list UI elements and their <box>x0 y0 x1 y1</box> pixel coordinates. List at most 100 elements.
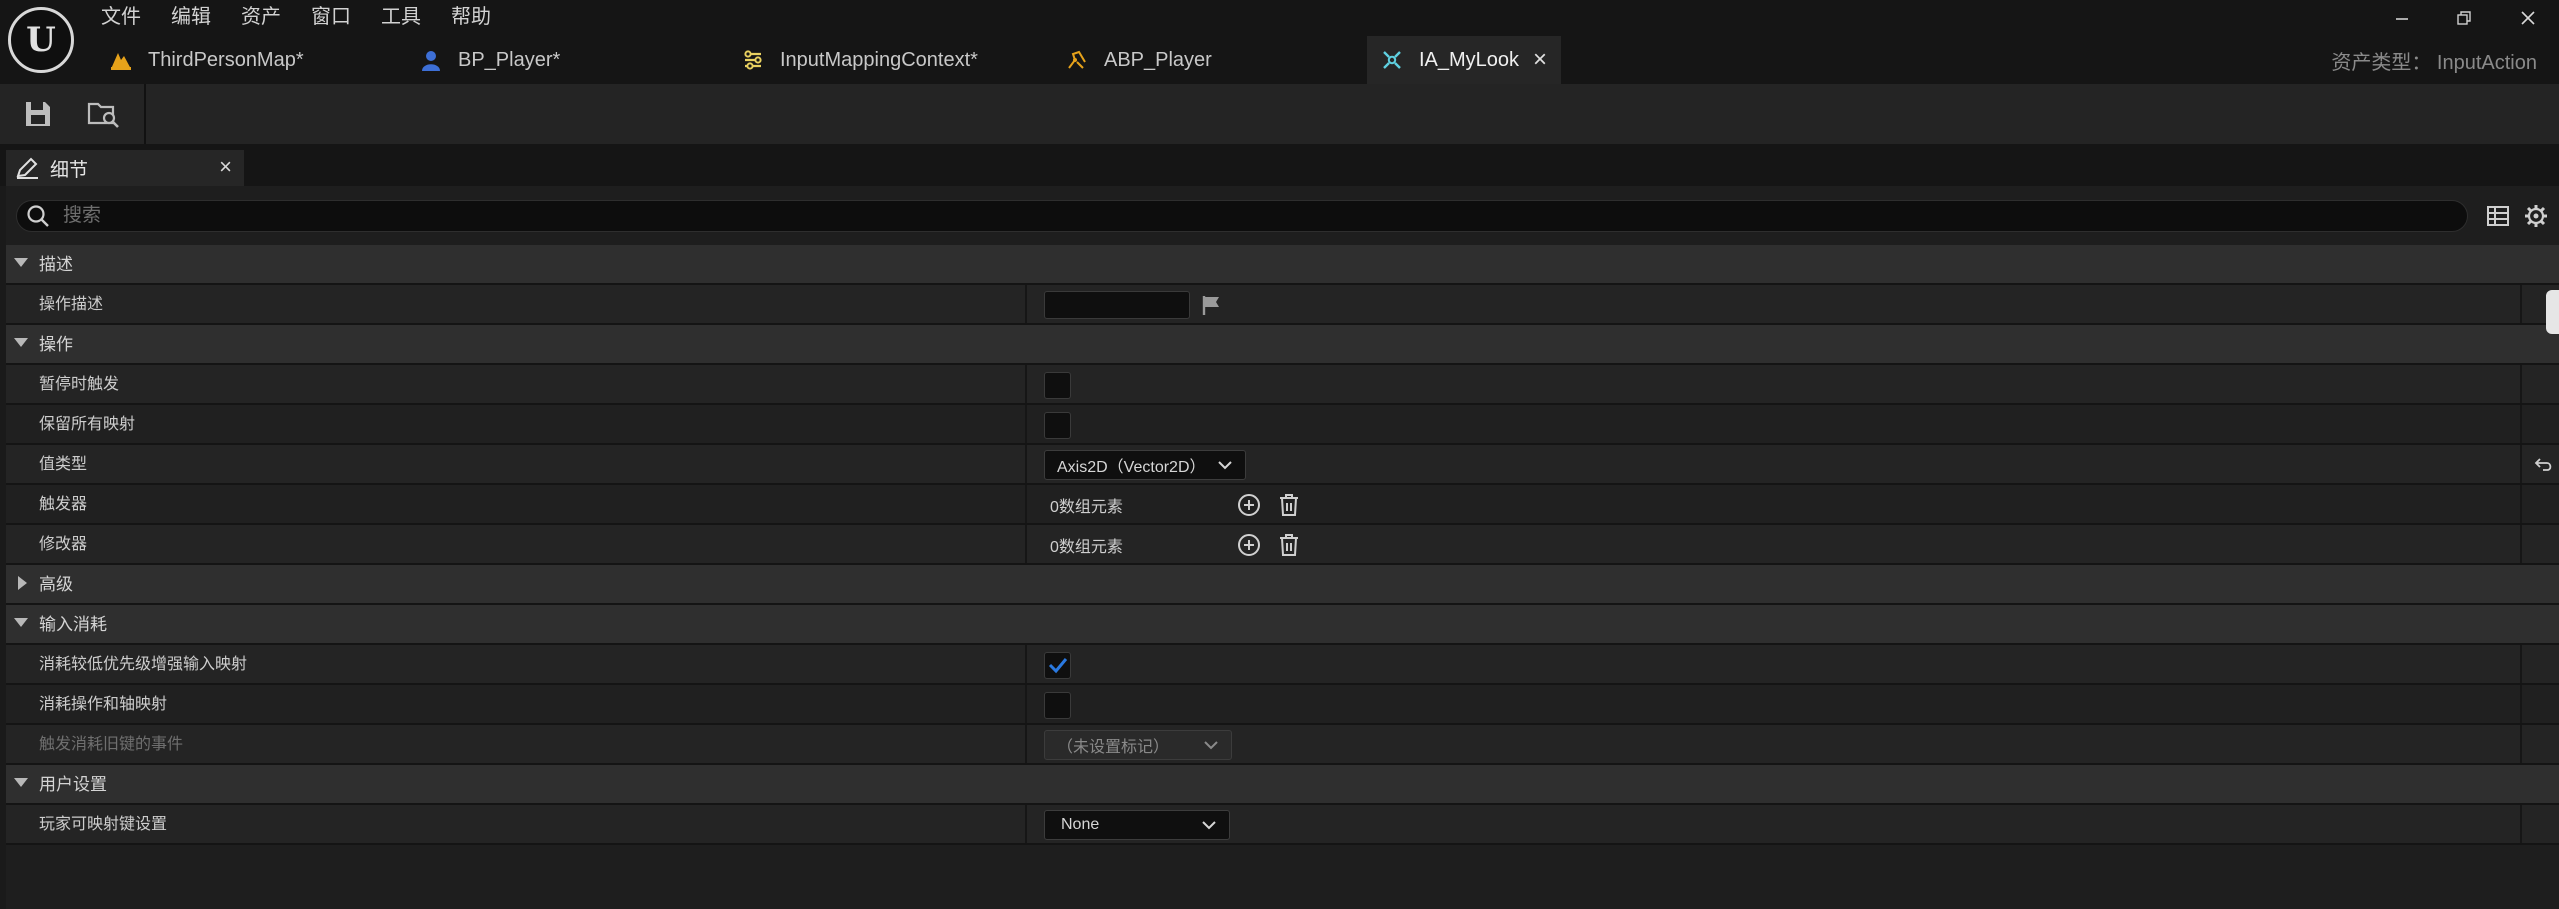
checkmark-icon <box>1048 658 1067 674</box>
prop-label: 暂停时触发 <box>39 376 120 393</box>
column-splitter <box>2520 405 2522 443</box>
property-matrix-button[interactable] <box>2484 202 2512 230</box>
plus-circle-icon <box>1238 534 1260 556</box>
prop-label: 操作描述 <box>39 296 104 313</box>
prop-trigger-legacy-events: 触发消耗旧键的事件 （未设置标记） <box>6 725 2559 765</box>
clear-triggers-button[interactable] <box>1276 492 1302 518</box>
panel-tab-strip <box>0 144 2559 186</box>
prop-label: 保留所有映射 <box>39 416 136 433</box>
prop-reserve-all-mappings: 保留所有映射 <box>6 405 2559 445</box>
prop-consume-action-axis: 消耗操作和轴映射 <box>6 685 2559 725</box>
chevron-down-icon <box>1218 461 1232 470</box>
category-action[interactable]: 操作 <box>6 325 2559 365</box>
menu-help[interactable]: 帮助 <box>436 0 506 34</box>
panel-scrollbar[interactable] <box>2546 290 2559 334</box>
tab-bp-player[interactable]: BP_Player* <box>406 36 728 84</box>
restore-button[interactable] <box>2442 2 2486 34</box>
unreal-logo-icon[interactable]: U <box>8 7 74 73</box>
close-tab-button[interactable]: × <box>1533 46 1547 74</box>
column-splitter[interactable] <box>1025 805 1027 843</box>
tab-abp-player[interactable]: ABP_Player <box>1052 36 1367 84</box>
legacy-events-value: （未设置标记） <box>1057 739 1170 756</box>
close-window-button[interactable] <box>2506 2 2550 34</box>
column-splitter[interactable] <box>1025 725 1027 763</box>
prop-label: 修改器 <box>39 536 88 553</box>
title-bar: U 文件 编辑 资产 窗口 工具 帮助 ThirdPersonMap* BP_P… <box>0 0 2559 84</box>
column-splitter[interactable] <box>1025 445 1027 483</box>
prop-label: 触发消耗旧键的事件 <box>39 736 184 753</box>
category-advanced[interactable]: 高级 <box>6 565 2559 605</box>
asset-type-label: 资产类型： InputAction <box>2331 52 2537 74</box>
column-splitter <box>2520 725 2522 763</box>
column-splitter <box>2520 365 2522 403</box>
close-details-tab-button[interactable]: × <box>219 154 232 180</box>
prop-modifiers: 修改器 0数组元素 <box>6 525 2559 565</box>
menu-asset[interactable]: 资产 <box>226 0 296 34</box>
category-input-consume[interactable]: 输入消耗 <box>6 605 2559 645</box>
category-label: 用户设置 <box>39 775 107 794</box>
search-box[interactable] <box>16 200 2468 232</box>
localization-flag-icon[interactable] <box>1200 293 1224 317</box>
prop-action-description: 操作描述 <box>6 285 2559 325</box>
tab-thirdpersonmap[interactable]: ThirdPersonMap* <box>96 36 406 84</box>
action-description-field[interactable] <box>1044 291 1190 319</box>
table-view-icon <box>2487 206 2509 226</box>
column-splitter <box>2520 485 2522 523</box>
trigger-when-paused-checkbox[interactable] <box>1044 371 1071 399</box>
menu-edit[interactable]: 编辑 <box>156 0 226 34</box>
column-splitter <box>2520 645 2522 683</box>
prop-label: 消耗操作和轴映射 <box>39 696 168 713</box>
trash-icon <box>1280 534 1298 556</box>
close-icon <box>2521 11 2535 25</box>
menu-tools[interactable]: 工具 <box>366 0 436 34</box>
restore-icon <box>2457 11 2471 25</box>
column-splitter[interactable] <box>1025 365 1027 403</box>
value-type-value: Axis2D（Vector2D） <box>1057 459 1206 476</box>
value-type-dropdown[interactable]: Axis2D（Vector2D） <box>1044 450 1246 480</box>
consume-action-axis-checkbox[interactable] <box>1044 691 1071 719</box>
save-button[interactable] <box>18 94 58 134</box>
player-mappable-dropdown[interactable]: None <box>1044 810 1230 840</box>
tab-ia-mylook[interactable]: IA_MyLook × <box>1367 36 1561 84</box>
column-splitter[interactable] <box>1025 485 1027 523</box>
details-tab-label: 细节 <box>50 159 89 181</box>
add-modifier-button[interactable] <box>1236 532 1262 558</box>
column-splitter[interactable] <box>1025 685 1027 723</box>
column-splitter[interactable] <box>1025 285 1027 323</box>
prop-value-type: 值类型 Axis2D（Vector2D） <box>6 445 2559 485</box>
reset-to-default-icon[interactable] <box>2534 457 2554 473</box>
tab-label: InputMappingContext* <box>780 48 978 71</box>
category-user-settings[interactable]: 用户设置 <box>6 765 2559 805</box>
details-panel-tab[interactable]: 细节 × <box>6 150 244 186</box>
expand-arrow-icon <box>14 338 28 347</box>
settings-button[interactable] <box>2522 202 2550 230</box>
expand-arrow-icon <box>14 618 28 627</box>
category-describe[interactable]: 描述 <box>6 245 2559 285</box>
column-splitter <box>2520 685 2522 723</box>
consume-lower-priority-checkbox[interactable] <box>1044 651 1071 679</box>
menu-file[interactable]: 文件 <box>86 0 156 34</box>
prop-label: 值类型 <box>39 456 88 473</box>
column-splitter <box>2520 805 2522 843</box>
toolbar-separator <box>144 84 146 144</box>
document-tabs: ThirdPersonMap* BP_Player* InputMappingC… <box>96 36 1561 84</box>
browse-asset-icon <box>87 102 119 128</box>
column-splitter <box>2520 525 2522 563</box>
minimize-button[interactable] <box>2380 2 2424 34</box>
tab-label: ThirdPersonMap* <box>148 48 304 71</box>
player-mappable-value: None <box>1061 816 1100 833</box>
column-splitter[interactable] <box>1025 525 1027 563</box>
reserve-all-mappings-checkbox[interactable] <box>1044 411 1071 439</box>
tab-input-mapping-context[interactable]: InputMappingContext* <box>728 36 1052 84</box>
plus-circle-icon <box>1238 494 1260 516</box>
browse-asset-button[interactable] <box>84 94 124 134</box>
column-splitter[interactable] <box>1025 645 1027 683</box>
column-splitter[interactable] <box>1025 405 1027 443</box>
prop-player-mappable-settings: 玩家可映射键设置 None <box>6 805 2559 845</box>
search-input[interactable] <box>61 204 2361 228</box>
triggers-count: 0数组元素 <box>1050 499 1123 516</box>
menu-window[interactable]: 窗口 <box>296 0 366 34</box>
clear-modifiers-button[interactable] <box>1276 532 1302 558</box>
anim-blueprint-icon <box>1064 47 1090 73</box>
add-trigger-button[interactable] <box>1236 492 1262 518</box>
